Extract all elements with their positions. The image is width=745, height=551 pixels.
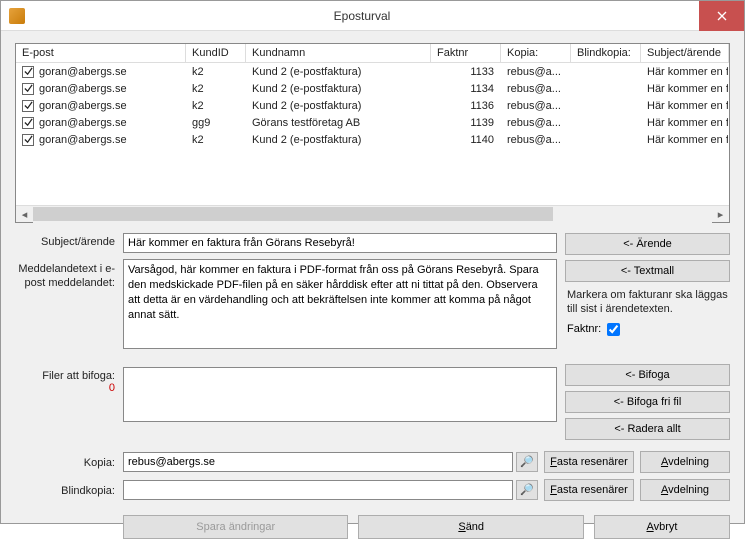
sand-button[interactable]: Sänd: [358, 515, 583, 539]
spara-button[interactable]: Spara ändringar: [123, 515, 348, 539]
row-checkbox[interactable]: [22, 83, 34, 95]
col-kopia[interactable]: Kopia:: [501, 44, 571, 62]
form-area: Subject/ärende Meddelandetext i e-post m…: [15, 233, 730, 445]
blind-row: Blindkopia: 🔎 Fasta resenärer Avdelning: [15, 479, 730, 501]
app-icon: [9, 8, 25, 24]
kopia-row: Kopia: 🔎 Fasta resenärer Avdelning: [15, 451, 730, 473]
cell-kopia: rebus@a...: [501, 117, 571, 129]
cell-kopia: rebus@a...: [501, 100, 571, 112]
cell-kundnamn: Kund 2 (e-postfaktura): [246, 100, 431, 112]
kopia-search-button[interactable]: 🔎: [516, 452, 538, 472]
form-right: <- Ärende <- Textmall Markera om faktura…: [565, 233, 730, 445]
cell-kundnamn: Kund 2 (e-postfaktura): [246, 66, 431, 78]
blind-input[interactable]: [123, 480, 513, 500]
message-textarea[interactable]: Varsågod, här kommer en faktura i PDF-fo…: [123, 259, 557, 349]
arende-button[interactable]: <- Ärende: [565, 233, 730, 255]
col-subject[interactable]: Subject/ärende: [641, 44, 729, 62]
cell-subject: Här kommer en fa: [641, 117, 729, 129]
table-row[interactable]: goran@abergs.se k2Kund 2 (e-postfaktura)1…: [16, 97, 729, 114]
binoculars-icon: 🔎: [520, 455, 534, 468]
email-grid[interactable]: E-post KundID Kundnamn Faktnr Kopia: Bli…: [15, 43, 730, 223]
avbryt-button[interactable]: Avbryt: [594, 515, 730, 539]
cell-kopia: rebus@a...: [501, 83, 571, 95]
subject-label: Subject/ärende: [15, 233, 123, 253]
row-checkbox[interactable]: [22, 66, 34, 78]
cell-kundid: k2: [186, 83, 246, 95]
content: E-post KundID Kundnamn Faktnr Kopia: Bli…: [1, 31, 744, 551]
bifoga-button[interactable]: <- Bifoga: [565, 364, 730, 386]
col-epost[interactable]: E-post: [16, 44, 186, 62]
col-faktnr[interactable]: Faktnr: [431, 44, 501, 62]
row-checkbox[interactable]: [22, 117, 34, 129]
cell-faktnr: 1133: [431, 66, 501, 78]
blind-fasta-button[interactable]: Fasta resenärer: [544, 479, 634, 501]
cell-kundnamn: Kund 2 (e-postfaktura): [246, 83, 431, 95]
grid-header: E-post KundID Kundnamn Faktnr Kopia: Bli…: [16, 44, 729, 63]
cell-subject: Här kommer en fa: [641, 100, 729, 112]
scroll-left-icon[interactable]: ◂: [16, 206, 33, 223]
message-label: Meddelandetext i e-post meddelandet:: [15, 259, 123, 349]
cell-faktnr: 1136: [431, 100, 501, 112]
cell-kopia: rebus@a...: [501, 134, 571, 146]
cell-epost: goran@abergs.se: [39, 66, 127, 78]
scroll-track[interactable]: [33, 206, 712, 223]
blind-search-button[interactable]: 🔎: [516, 480, 538, 500]
kopia-avdelning-button[interactable]: Avdelning: [640, 451, 730, 473]
window-title: Eposturval: [25, 9, 699, 23]
cell-kopia: rebus@a...: [501, 66, 571, 78]
h-scrollbar[interactable]: ◂ ▸: [16, 205, 729, 222]
kopia-input[interactable]: [123, 452, 513, 472]
files-label: Filer att bifoga:: [15, 367, 123, 382]
files-count: 0: [15, 382, 123, 394]
row-checkbox[interactable]: [22, 134, 34, 146]
textmall-button[interactable]: <- Textmall: [565, 260, 730, 282]
cell-faktnr: 1134: [431, 83, 501, 95]
table-row[interactable]: goran@abergs.se k2Kund 2 (e-postfaktura)1…: [16, 131, 729, 148]
col-kundnamn[interactable]: Kundnamn: [246, 44, 431, 62]
table-row[interactable]: goran@abergs.se k2Kund 2 (e-postfaktura)1…: [16, 80, 729, 97]
row-checkbox[interactable]: [22, 100, 34, 112]
faktnr-checkbox[interactable]: [607, 323, 620, 336]
cell-faktnr: 1140: [431, 134, 501, 146]
cell-epost: goran@abergs.se: [39, 134, 127, 146]
table-row[interactable]: goran@abergs.se gg9Görans testföretag AB1…: [16, 114, 729, 131]
cell-epost: goran@abergs.se: [39, 117, 127, 129]
cell-kundnamn: Görans testföretag AB: [246, 117, 431, 129]
window: Eposturval E-post KundID Kundnamn Faktnr…: [0, 0, 745, 524]
cell-subject: Här kommer en fa: [641, 66, 729, 78]
close-icon: [717, 11, 727, 21]
cell-kundid: k2: [186, 134, 246, 146]
cell-epost: goran@abergs.se: [39, 83, 127, 95]
form-left: Subject/ärende Meddelandetext i e-post m…: [15, 233, 557, 445]
files-listbox[interactable]: [123, 367, 557, 422]
cell-kundid: k2: [186, 100, 246, 112]
col-blind[interactable]: Blindkopia:: [571, 44, 641, 62]
table-row[interactable]: goran@abergs.se k2Kund 2 (e-postfaktura)1…: [16, 63, 729, 80]
grid-body: goran@abergs.sek2Kund 2 (e-postfaktura)1…: [16, 63, 729, 205]
cell-kundnamn: Kund 2 (e-postfaktura): [246, 134, 431, 146]
bifoga-fri-button[interactable]: <- Bifoga fri fil: [565, 391, 730, 413]
scroll-thumb[interactable]: [33, 207, 553, 221]
radera-button[interactable]: <- Radera allt: [565, 418, 730, 440]
cell-faktnr: 1139: [431, 117, 501, 129]
subject-input[interactable]: [123, 233, 557, 253]
cell-subject: Här kommer en fa: [641, 83, 729, 95]
faktnr-hint: Markera om fakturanr ska läggas till sis…: [567, 288, 730, 317]
blind-label: Blindkopia:: [15, 482, 123, 497]
scroll-right-icon[interactable]: ▸: [712, 206, 729, 223]
cell-kundid: k2: [186, 66, 246, 78]
binoculars-icon: 🔎: [520, 483, 534, 496]
close-button[interactable]: [699, 1, 744, 31]
cell-epost: goran@abergs.se: [39, 100, 127, 112]
col-kundid[interactable]: KundID: [186, 44, 246, 62]
faktnr-label: Faktnr:: [567, 323, 601, 335]
kopia-fasta-button[interactable]: Fasta resenärer: [544, 451, 634, 473]
cell-subject: Här kommer en fa: [641, 134, 729, 146]
cell-kundid: gg9: [186, 117, 246, 129]
bottom-bar: Spara ändringar Sänd Avbryt: [15, 515, 730, 539]
kopia-label: Kopia:: [15, 454, 123, 469]
blind-avdelning-button[interactable]: Avdelning: [640, 479, 730, 501]
titlebar: Eposturval: [1, 1, 744, 31]
